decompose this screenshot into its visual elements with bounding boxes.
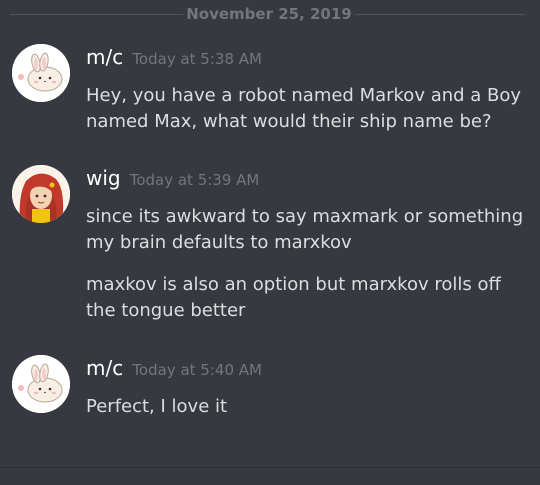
date-divider: November 25, 2019 [0, 3, 540, 25]
username[interactable]: wig [86, 166, 121, 190]
divider-line-right [355, 14, 525, 15]
message-group: wig Today at 5:39 AM since its awkward t… [0, 165, 540, 335]
username[interactable]: m/c [86, 356, 123, 380]
message-text: Hey, you have a robot named Markov and a… [86, 85, 522, 132]
red-haired-character-avatar-icon[interactable] [12, 165, 70, 223]
bunny-avatar-icon[interactable] [12, 44, 70, 102]
message-input-divider [0, 467, 540, 468]
message-text: since its awkward to say maxmark or some… [86, 206, 524, 253]
message-group: m/c Today at 5:40 AM Perfect, I love it [0, 355, 540, 435]
timestamp[interactable]: Today at 5:40 AM [132, 361, 262, 379]
message-text: maxkov is also an option but marxkov rol… [86, 274, 501, 321]
divider-line-left [10, 14, 183, 15]
message-header: m/c Today at 5:38 AM [86, 44, 262, 72]
username[interactable]: m/c [86, 45, 123, 69]
date-divider-label: November 25, 2019 [186, 5, 352, 23]
message-group: m/c Today at 5:38 AM Hey, you have a rob… [0, 44, 540, 144]
timestamp[interactable]: Today at 5:39 AM [130, 171, 260, 189]
message-header: wig Today at 5:39 AM [86, 165, 259, 193]
message-text: Perfect, I love it [86, 396, 228, 417]
bunny-avatar-icon[interactable] [12, 355, 70, 413]
message-header: m/c Today at 5:40 AM [86, 355, 262, 383]
timestamp[interactable]: Today at 5:38 AM [132, 50, 262, 68]
